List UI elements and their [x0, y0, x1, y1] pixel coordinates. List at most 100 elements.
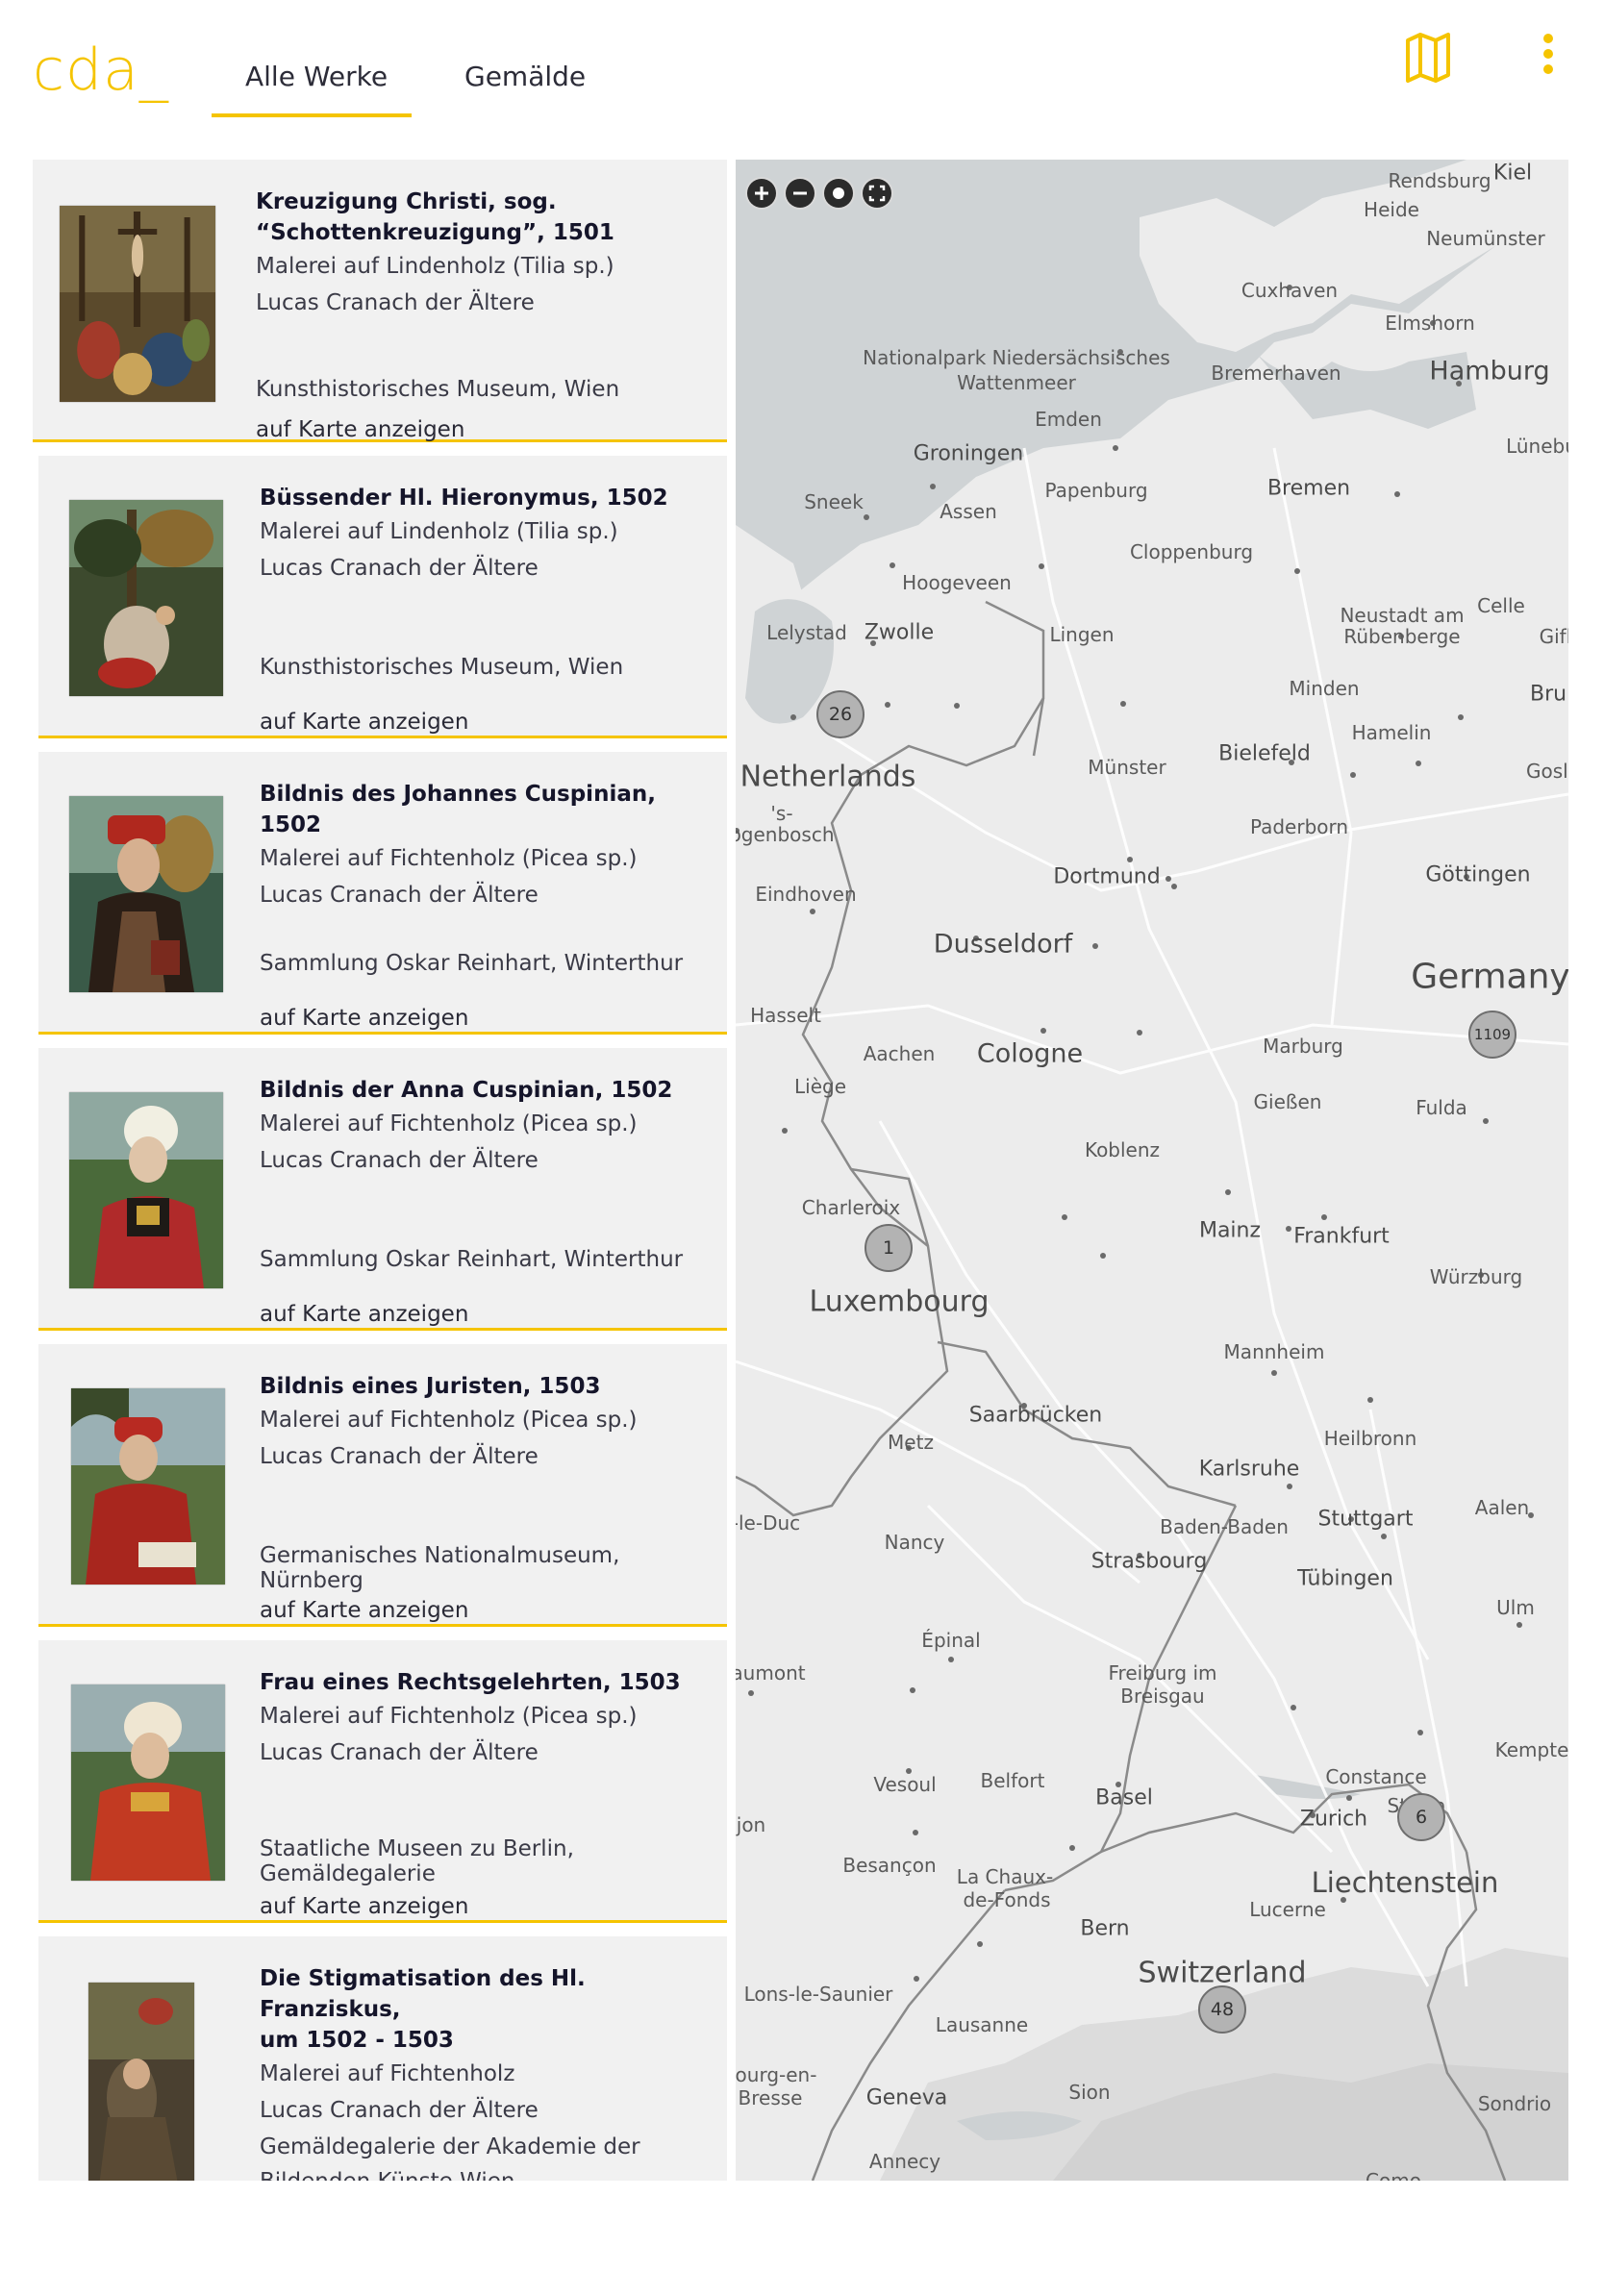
work-card[interactable]: Bildnis der Anna Cuspinian, 1502 Malerei… — [38, 1048, 727, 1331]
work-artist: Lucas Cranach der Ältere — [260, 2098, 539, 2123]
work-museum: Sammlung Oskar Reinhart, Winterthur — [260, 951, 684, 976]
show-on-map-link[interactable]: auf Karte anzeigen — [256, 415, 464, 444]
map-place-label: Aachen — [863, 1042, 936, 1065]
map-place-label: Nationalpark Niedersächsisches — [863, 346, 1170, 369]
work-title[interactable]: Büssender Hl. Hieronymus, 1502 — [260, 483, 717, 513]
map-view[interactable]: Rendsburg Kiel Heide Neumünster Cuxhaven… — [736, 160, 1568, 2181]
work-card[interactable]: Bildnis des Johannes Cuspinian, 1502 Mal… — [38, 752, 727, 1035]
work-card[interactable]: Kreuzigung Christi, sog. “Schottenkreuzi… — [33, 160, 727, 442]
map-place-label: Nancy — [884, 1531, 945, 1554]
work-card[interactable]: Büssender Hl. Hieronymus, 1502 Malerei a… — [38, 456, 727, 738]
work-title[interactable]: Bildnis des Johannes Cuspinian, 1502 — [260, 779, 717, 840]
work-medium: Malerei auf Fichtenholz (Picea sp.) — [260, 846, 638, 871]
fullscreen-icon[interactable] — [863, 179, 891, 208]
map-place-label: r-le-Duc — [736, 1511, 801, 1535]
map-place-label: Hoogeveen — [902, 571, 1012, 594]
map-place-label: Baden-Baden — [1160, 1515, 1289, 1538]
map-place-label: Koblenz — [1084, 1138, 1161, 1161]
map-place-label: Brun — [1529, 682, 1568, 707]
map-cluster-marker[interactable]: 6 — [1397, 1793, 1445, 1841]
map-place-label: Tübingen — [1297, 1566, 1393, 1591]
artwork-thumbnail[interactable] — [69, 1092, 223, 1288]
map-place-label: Neustadt am — [1340, 604, 1465, 627]
more-vertical-icon[interactable] — [1539, 33, 1558, 81]
map-place-label: Aalen — [1474, 1496, 1530, 1519]
map-cluster-marker[interactable]: 48 — [1198, 1985, 1246, 2034]
map-place-label: Minden — [1289, 677, 1360, 700]
map-place-label: Metz — [888, 1431, 934, 1454]
map-place-label: La Chaux- — [956, 1865, 1054, 1888]
artwork-thumbnail[interactable] — [69, 500, 223, 696]
work-title[interactable]: Frau eines Rechtsgelehrten, 1503 — [260, 1667, 717, 1698]
work-artist: Lucas Cranach der Ältere — [260, 556, 539, 581]
work-title[interactable]: Die Stigmatisation des Hl. Franziskus, — [260, 1963, 717, 2025]
show-on-map-link[interactable]: auf Karte anzeigen — [260, 1300, 468, 1329]
map-place-label: Geneva — [865, 2085, 948, 2110]
map-place-label: Lucerne — [1249, 1898, 1326, 1921]
map-place-label: 's- — [770, 802, 793, 825]
work-title[interactable]: “Schottenkreuzigung”, 1501 — [256, 217, 717, 248]
work-title[interactable]: Bildnis der Anna Cuspinian, 1502 — [260, 1075, 717, 1106]
map-country-label: Netherlands — [739, 760, 916, 794]
map-place-label: Neumünster — [1426, 227, 1545, 250]
work-card[interactable]: Die Stigmatisation des Hl. Franziskus, u… — [38, 1936, 727, 2181]
work-title[interactable]: um 1502 - 1503 — [260, 2025, 717, 2056]
map-cluster-marker[interactable]: 1109 — [1468, 1011, 1516, 1059]
map-place-label: Heilbronn — [1323, 1427, 1417, 1450]
app-logo[interactable]: cda_ — [33, 37, 169, 104]
artwork-thumbnail[interactable] — [71, 1388, 225, 1585]
map-place-label: Paderborn — [1249, 815, 1349, 838]
map-place-label: Dortmund — [1053, 864, 1161, 889]
work-card[interactable]: Frau eines Rechtsgelehrten, 1503 Malerei… — [38, 1640, 727, 1923]
map-cluster-marker[interactable]: 1 — [865, 1224, 913, 1272]
work-artist: Lucas Cranach der Ältere — [260, 1740, 539, 1765]
map-place-label: Rübenberge — [1343, 625, 1461, 648]
map-icon[interactable] — [1404, 31, 1452, 85]
work-title[interactable]: Bildnis eines Juristen, 1503 — [260, 1371, 717, 1402]
work-title[interactable]: Kreuzigung Christi, sog. — [256, 187, 717, 217]
map-place-label: Heide — [1364, 198, 1419, 221]
artwork-thumbnail[interactable] — [60, 206, 215, 402]
map-place-label: Vesoul — [873, 1773, 937, 1796]
zoom-in-icon[interactable] — [747, 179, 776, 208]
artwork-thumbnail[interactable] — [69, 796, 223, 992]
map-place-label: Épinal — [921, 1629, 981, 1652]
map-place-label: Bern — [1080, 1916, 1130, 1941]
work-museum: Bildenden Künste Wien — [260, 2165, 717, 2181]
show-on-map-link[interactable]: auf Karte anzeigen — [260, 1004, 468, 1033]
map-place-label: Kempte — [1494, 1738, 1568, 1761]
locate-icon[interactable] — [824, 179, 853, 208]
map-place-label: Frankfurt — [1293, 1224, 1390, 1249]
map-cluster-marker[interactable]: 26 — [816, 690, 865, 738]
work-card[interactable]: Bildnis eines Juristen, 1503 Malerei auf… — [38, 1344, 727, 1627]
artwork-thumbnail[interactable] — [71, 1685, 225, 1881]
active-tab-indicator — [212, 113, 412, 117]
map-place-label: Lelystad — [766, 621, 847, 644]
work-museum: Kunsthistorisches Museum, Wien — [256, 377, 620, 402]
work-museum: Staatliche Museen zu Berlin, — [260, 1836, 574, 1861]
map-place-label: aumont — [736, 1661, 806, 1685]
map-place-label: Hamelin — [1351, 721, 1432, 744]
tab-gemaelde[interactable]: Gemälde — [464, 58, 586, 96]
map-place-label: Gosla — [1526, 760, 1568, 783]
map-place-label: Marburg — [1263, 1035, 1343, 1058]
map-place-label: Basel — [1095, 1785, 1153, 1810]
map-place-label: Lausanne — [935, 2013, 1029, 2036]
tab-alle-werke[interactable]: Alle Werke — [245, 58, 388, 96]
map-country-label: Liechtenstein — [1311, 1866, 1499, 1899]
zoom-out-icon[interactable] — [786, 179, 815, 208]
map-place-label: Bremerhaven — [1211, 362, 1341, 385]
map-place-label: Strasbourg — [1090, 1549, 1208, 1574]
show-on-map-link[interactable]: auf Karte anzeigen — [260, 1892, 468, 1921]
map-place-label: de-Fonds — [963, 1888, 1051, 1911]
map-place-label: Lünebu — [1506, 435, 1568, 458]
map-place-label: Lingen — [1049, 623, 1115, 646]
map-country-label: Luxembourg — [809, 1285, 990, 1319]
show-on-map-link[interactable]: auf Karte anzeigen — [260, 1596, 468, 1625]
works-list[interactable]: Kreuzigung Christi, sog. “Schottenkreuzi… — [33, 160, 727, 2181]
map-place-label: ourg-en- — [736, 2063, 817, 2086]
show-on-map-link[interactable]: auf Karte anzeigen — [260, 708, 468, 736]
map-place-label: Saarbrücken — [968, 1403, 1103, 1428]
artwork-thumbnail[interactable] — [88, 1983, 194, 2181]
map-place-label: Como — [1366, 2169, 1421, 2181]
